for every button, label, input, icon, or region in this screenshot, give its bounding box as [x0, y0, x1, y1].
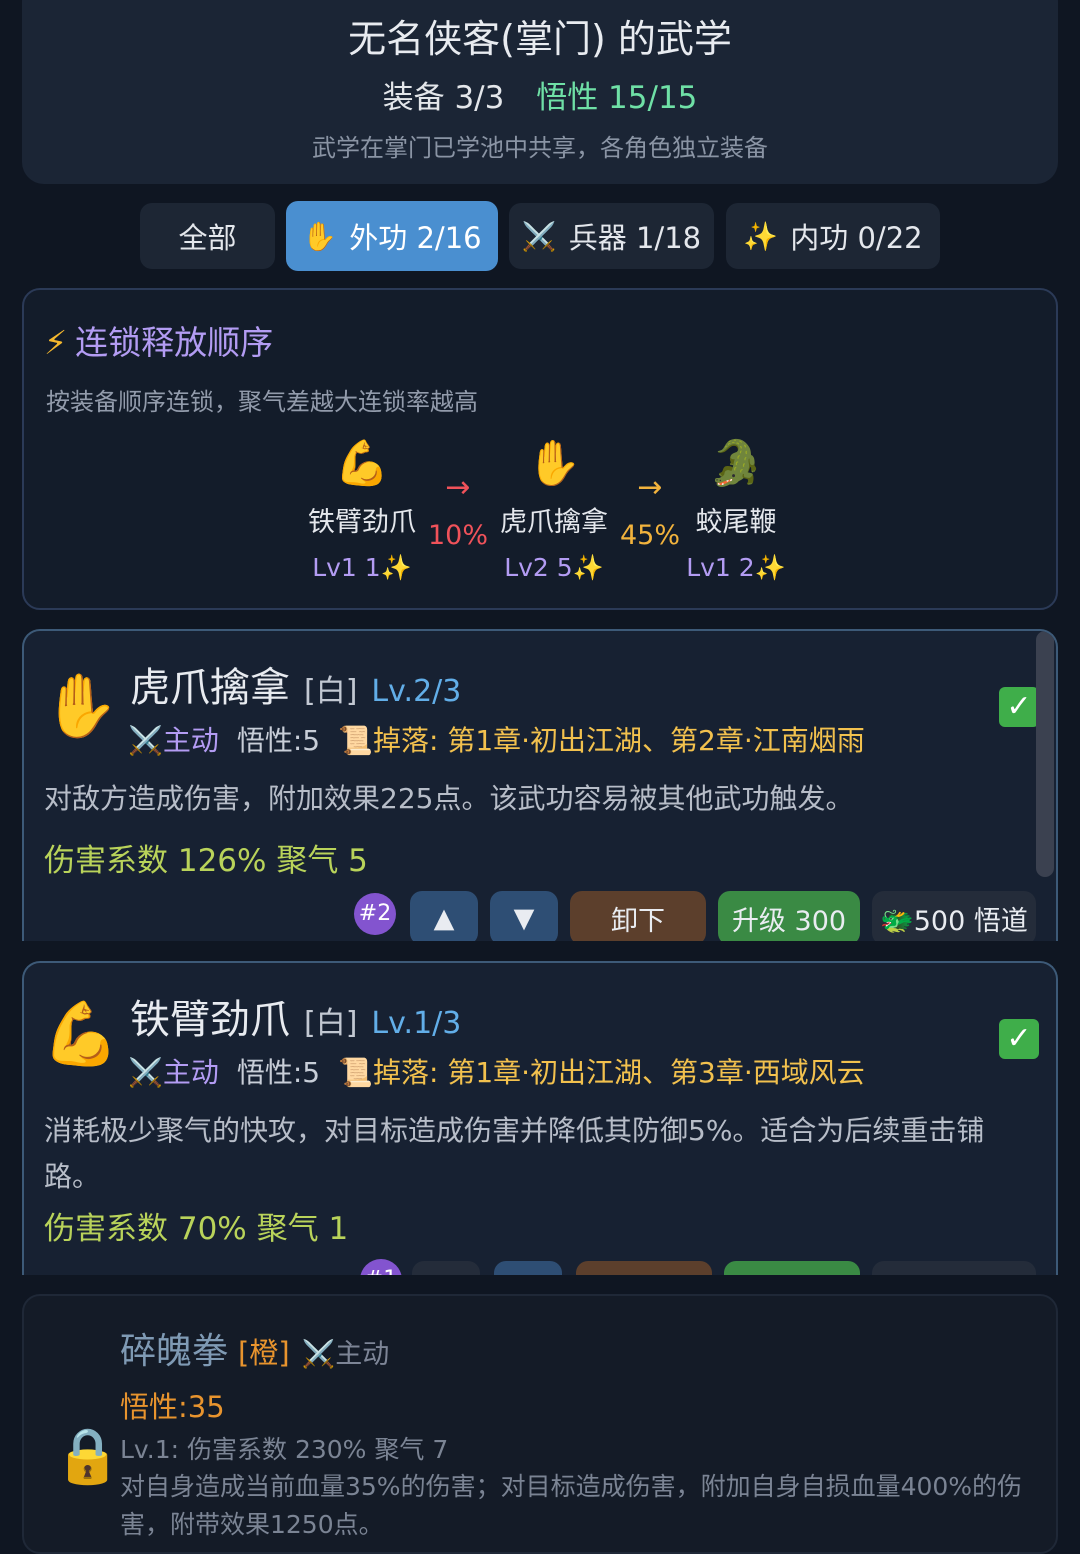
skill-type: ⚔️主动: [128, 1056, 219, 1089]
move-down-button[interactable]: [494, 1261, 562, 1275]
equip-count: 装备 3/3: [382, 80, 505, 116]
chain-title: ⚡ 连锁释放顺序: [44, 316, 273, 364]
skill-meta: ⚔️主动 悟性:5 📜掉落: 第1章·初出江湖、第2章·江南烟雨: [128, 719, 865, 759]
tab-label: 全部: [178, 221, 237, 255]
chain-node-level: Lv1 1✨: [312, 553, 412, 582]
skill-title: 碎魄拳 [橙] ⚔️主动: [120, 1322, 389, 1374]
hand-icon: ✋: [302, 219, 338, 253]
skill-title: 铁臂劲爪 [白] Lv.1/3: [130, 987, 461, 1045]
header-stats: 装备 3/3 悟性 15/15: [22, 72, 1058, 117]
tab-internal[interactable]: ✨ 内功 0/22: [726, 203, 940, 269]
move-up-button[interactable]: [412, 1261, 480, 1275]
skill-level: Lv.2/3: [371, 674, 462, 709]
skill-meta: ⚔️主动 悟性:5 📜掉落: 第1章·初出江湖、第3章·西域风云: [128, 1051, 865, 1091]
skill-wuxing: 悟性:5: [236, 724, 321, 757]
skill-requirement: 悟性:35: [120, 1390, 225, 1424]
skill-rarity: [白]: [304, 1006, 358, 1041]
tab-label: 兵器 1/18: [568, 221, 702, 255]
tab-external[interactable]: ✋ 外功 2/16: [286, 201, 498, 271]
tab-weapon[interactable]: ⚔️ 兵器 1/18: [509, 203, 714, 269]
skill-level: Lv.1/3: [371, 1006, 462, 1041]
tab-all[interactable]: 全部: [140, 203, 275, 269]
move-down-button[interactable]: ▼: [490, 891, 558, 941]
chain-node-level: Lv2 5✨: [504, 553, 604, 582]
skill-description: 对敌方造成伤害，附加效果225点。该武功容易被其他武功触发。: [44, 782, 854, 815]
skill-drop: 📜掉落: 第1章·初出江湖、第3章·西域风云: [338, 1056, 865, 1089]
skill-title: 虎爪擒拿 [白] Lv.2/3: [130, 655, 461, 713]
chain-order-panel: ⚡ 连锁释放顺序 按装备顺序连锁，聚气差越大连锁率越高 💪 铁臂劲爪 Lv1 1✨…: [22, 288, 1058, 610]
skill-drop: 📜掉落: 第1章·初出江湖、第2章·江南烟雨: [338, 724, 865, 757]
skill-card: 💪 铁臂劲爪 [白] Lv.1/3 ⚔️主动 悟性:5 📜掉落: 第1章·初出江湖、第3…: [22, 961, 1058, 1275]
skill-rarity: [白]: [304, 674, 358, 709]
sparkles-icon: ✨: [743, 219, 779, 253]
skill-stats: 伤害系数 70% 聚气 1: [44, 1211, 349, 1247]
skill-type: ⚔️主动: [128, 724, 219, 757]
enlighten-button[interactable]: [872, 1261, 1036, 1275]
chain-node: 🐊 蛟尾鞭 Lv1 2✨: [656, 436, 816, 583]
skill-name: 铁臂劲爪: [130, 997, 290, 1043]
chain-description: 按装备顺序连锁，聚气差越大连锁率越高: [46, 388, 478, 416]
skill-card: ✋ 虎爪擒拿 [白] Lv.2/3 ⚔️主动 悟性:5 📜掉落: 第1章·初出江湖、第2…: [22, 629, 1058, 941]
skill-description: 对自身造成当前血量35%的伤害；对目标造成伤害，附加自身自损血量400%的伤害，…: [120, 1472, 1023, 1539]
header-subtitle: 武学在掌门已学池中共享，各角色独立装备: [312, 134, 768, 162]
chain-node-level: Lv1 2✨: [686, 553, 786, 582]
move-up-button[interactable]: ▲: [410, 891, 478, 941]
order-badge: #1: [360, 1259, 402, 1275]
chain-title-text: 连锁释放顺序: [75, 323, 274, 362]
flexed-arm-icon: 💪: [42, 997, 120, 1070]
lock-icon: 🔒: [54, 1424, 122, 1487]
upgrade-button[interactable]: [724, 1261, 860, 1275]
equipped-checkbox[interactable]: ✓: [999, 1019, 1039, 1059]
skill-stats: 伤害系数 126% 聚气 5: [44, 843, 368, 879]
scrollbar-thumb[interactable]: [1036, 631, 1054, 877]
skill-type: ⚔️主动: [301, 1339, 390, 1370]
skill-name: 碎魄拳: [120, 1331, 229, 1372]
skill-name: 虎爪擒拿: [130, 665, 290, 711]
crocodile-icon: 🐊: [708, 438, 764, 489]
tab-label: 内功 0/22: [790, 221, 923, 255]
lightning-icon: ⚡: [44, 323, 68, 362]
equipped-checkbox[interactable]: ✓: [999, 687, 1039, 727]
page-title: 无名侠客(掌门) 的武学: [348, 17, 732, 61]
skill-description: 消耗极少聚气的快攻，对目标造成伤害并降低其防御5%。适合为后续重击铺路。: [44, 1114, 985, 1193]
skill-level-info: Lv.1: 伤害系数 230% 聚气 7: [120, 1435, 449, 1464]
skill-rarity: [橙]: [238, 1336, 290, 1370]
locked-skill-card: 🔒 碎魄拳 [橙] ⚔️主动 悟性:35 Lv.1: 伤害系数 230% 聚气 7 …: [22, 1294, 1058, 1554]
wuxing-count: 悟性 15/15: [536, 80, 698, 116]
skill-wuxing: 悟性:5: [236, 1056, 321, 1089]
enlighten-button[interactable]: 🐲500 悟道: [872, 891, 1036, 941]
header-panel: 无名侠客(掌门) 的武学 装备 3/3 悟性 15/15 武学在掌门已学池中共享…: [22, 0, 1058, 184]
upgrade-button[interactable]: 升级 300: [718, 891, 860, 941]
crossed-swords-icon: ⚔️: [521, 219, 557, 253]
chain-node-name: 蛟尾鞭: [695, 507, 777, 538]
order-badge: #2: [354, 893, 396, 935]
hand-icon: ✋: [42, 669, 120, 742]
unequip-button[interactable]: 卸下: [570, 891, 706, 941]
unequip-button[interactable]: [576, 1261, 712, 1275]
tab-label: 外功 2/16: [349, 221, 482, 255]
